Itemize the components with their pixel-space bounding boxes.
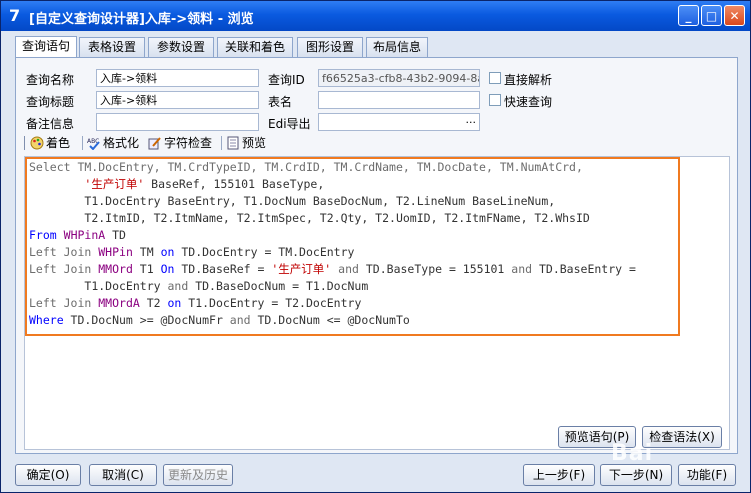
tab-chart-settings[interactable]: 图形设置: [297, 37, 363, 57]
cancel-button[interactable]: 取消(C): [89, 464, 157, 486]
minimize-button[interactable]: _: [678, 5, 699, 26]
remark-field[interactable]: [96, 113, 259, 131]
sql-table-whpina: WHPinA: [63, 228, 106, 242]
tab-query-statement[interactable]: 查询语句: [15, 36, 77, 58]
charcheck-tool-button[interactable]: 字符检查: [148, 134, 212, 152]
fast-query-label: 快速查询: [504, 95, 553, 109]
sql-keyword-on: On: [160, 262, 175, 276]
sql-line-1: Select TM.DocEntry, TM.CrdTypeID, TM.Crd…: [29, 160, 583, 174]
app-icon: 7: [9, 6, 21, 25]
toolbar-grip: [24, 136, 25, 150]
toolbar-separator: [82, 136, 83, 150]
query-title-label: 查询标题: [26, 95, 75, 109]
table-name-field[interactable]: [318, 91, 480, 109]
edit-check-icon: [148, 137, 161, 150]
fast-query-checkbox[interactable]: [489, 94, 501, 106]
edi-export-field[interactable]: ···: [318, 113, 480, 131]
sql-line-7-c: TD.BaseEntry =: [532, 262, 636, 276]
tab-table-settings[interactable]: 表格设置: [79, 37, 145, 57]
charcheck-tool-label: 字符检查: [164, 136, 213, 150]
sql-table-mmorda: MMOrdA: [98, 296, 140, 310]
palette-icon: [30, 136, 44, 150]
sql-keyword-and: and: [167, 279, 189, 293]
sql-keyword-on: on: [167, 296, 182, 310]
sql-line-3: T1.DocEntry BaseEntry, T1.DocNum BaseDoc…: [84, 194, 556, 208]
sql-table-whpin: WHPin: [98, 245, 133, 259]
title-bar[interactable]: 7 [自定义查询设计器]入库->领料 - 浏览 _ □ ✕: [1, 1, 750, 31]
direct-parse-checkbox[interactable]: [489, 72, 501, 84]
edi-export-label: Edi导出: [268, 117, 311, 131]
query-name-field[interactable]: 入库->领料: [96, 69, 259, 87]
edi-export-ellipsis-button[interactable]: ···: [466, 114, 477, 130]
query-title-field[interactable]: 入库->领料: [96, 91, 259, 109]
prev-step-button[interactable]: 上一步(F): [523, 464, 595, 486]
sql-line-6-alias: TM: [132, 245, 161, 259]
remark-label: 备注信息: [26, 117, 75, 131]
update-history-button[interactable]: 更新及历史: [163, 464, 233, 486]
check-syntax-button[interactable]: 检查语法(X): [642, 426, 722, 448]
sql-keyword-and: and: [511, 262, 533, 276]
sql-line-7-b: TD.BaseType = 155101: [358, 262, 512, 276]
sql-keyword-where: Where: [29, 313, 64, 327]
sql-keyword-and: and: [229, 313, 251, 327]
query-id-label: 查询ID: [268, 73, 305, 87]
document-icon: [227, 136, 239, 150]
sql-line-8-a: T1.DocEntry: [84, 279, 168, 293]
sql-line-5-rest: TD: [105, 228, 126, 242]
preview-tool-label: 预览: [242, 136, 267, 150]
query-designer-window: 7 [自定义查询设计器]入库->领料 - 浏览 _ □ ✕ 查询语句 表格设置 …: [0, 0, 751, 493]
query-id-field[interactable]: f66525a3-cfb8-43b2-9094-8a56: [318, 69, 480, 87]
sql-line-2-rest: BaseRef, 155101 BaseType,: [144, 177, 325, 191]
tab-link-and-color[interactable]: 关联和着色: [217, 37, 293, 57]
direct-parse-label: 直接解析: [504, 73, 553, 87]
sql-string-literal: '生产订单': [84, 177, 145, 191]
sql-line-9-rest: T1.DocEntry = T2.DocEntry: [181, 296, 362, 310]
format-tool-button[interactable]: ABC 格式化: [87, 134, 139, 152]
sql-line-8-b: TD.BaseDocNum = T1.DocNum: [188, 279, 369, 293]
sql-line-4: T2.ItmID, T2.ItmName, T2.ItmSpec, T2.Qty…: [84, 211, 590, 225]
query-panel: 查询名称 入库->领料 查询标题 入库->领料 备注信息 查询ID f66525…: [15, 57, 738, 454]
sql-keyword-left-join: Left Join: [29, 296, 92, 310]
sql-keyword-and: and: [338, 262, 359, 276]
table-name-label: 表名: [268, 95, 293, 109]
preview-tool-button[interactable]: 预览: [226, 134, 266, 152]
query-name-label: 查询名称: [26, 73, 75, 87]
watermark-logo: Bai: [611, 441, 654, 466]
ok-button[interactable]: 确定(O): [15, 464, 81, 486]
sql-line-10-a: TD.DocNum >= @DocNumFr: [63, 313, 230, 327]
color-tool-button[interactable]: 着色: [30, 134, 70, 152]
sql-keyword-left-join: Left Join: [29, 262, 92, 276]
sql-code: Select TM.DocEntry, TM.CrdTypeID, TM.Crd…: [29, 159, 636, 329]
tab-layout-info[interactable]: 布局信息: [366, 37, 428, 57]
sql-line-7-a: TD.BaseRef =: [174, 262, 272, 276]
sql-line-7-alias: T1: [132, 262, 161, 276]
sql-line-6-rest: TD.DocEntry = TM.DocEntry: [174, 245, 355, 259]
color-tool-label: 着色: [46, 136, 71, 150]
sql-keyword-left-join: Left Join: [29, 245, 92, 259]
sql-keyword-on: on: [160, 245, 175, 259]
sql-table-mmord: MMOrd: [98, 262, 133, 276]
window-title: [自定义查询设计器]入库->领料 - 浏览: [29, 12, 254, 27]
close-button[interactable]: ✕: [724, 5, 745, 26]
toolbar-separator: [221, 136, 222, 150]
format-tool-label: 格式化: [103, 136, 140, 150]
sql-editor[interactable]: Select TM.DocEntry, TM.CrdTypeID, TM.Crd…: [24, 156, 730, 450]
tab-parameter-settings[interactable]: 参数设置: [148, 37, 214, 57]
maximize-button[interactable]: □: [701, 5, 722, 26]
sql-string-literal: '生产订单': [271, 262, 332, 276]
sql-keyword-from: From: [29, 228, 57, 242]
next-step-button[interactable]: 下一步(N): [600, 464, 672, 486]
spellcheck-icon: ABC: [87, 138, 100, 150]
editor-toolbar: 着色 ABC 格式化 字符检查 预览: [24, 134, 730, 152]
sql-line-10-b: TD.DocNum <= @DocNumTo: [250, 313, 410, 327]
function-button[interactable]: 功能(F): [678, 464, 736, 486]
sql-line-9-alias: T2: [139, 296, 168, 310]
